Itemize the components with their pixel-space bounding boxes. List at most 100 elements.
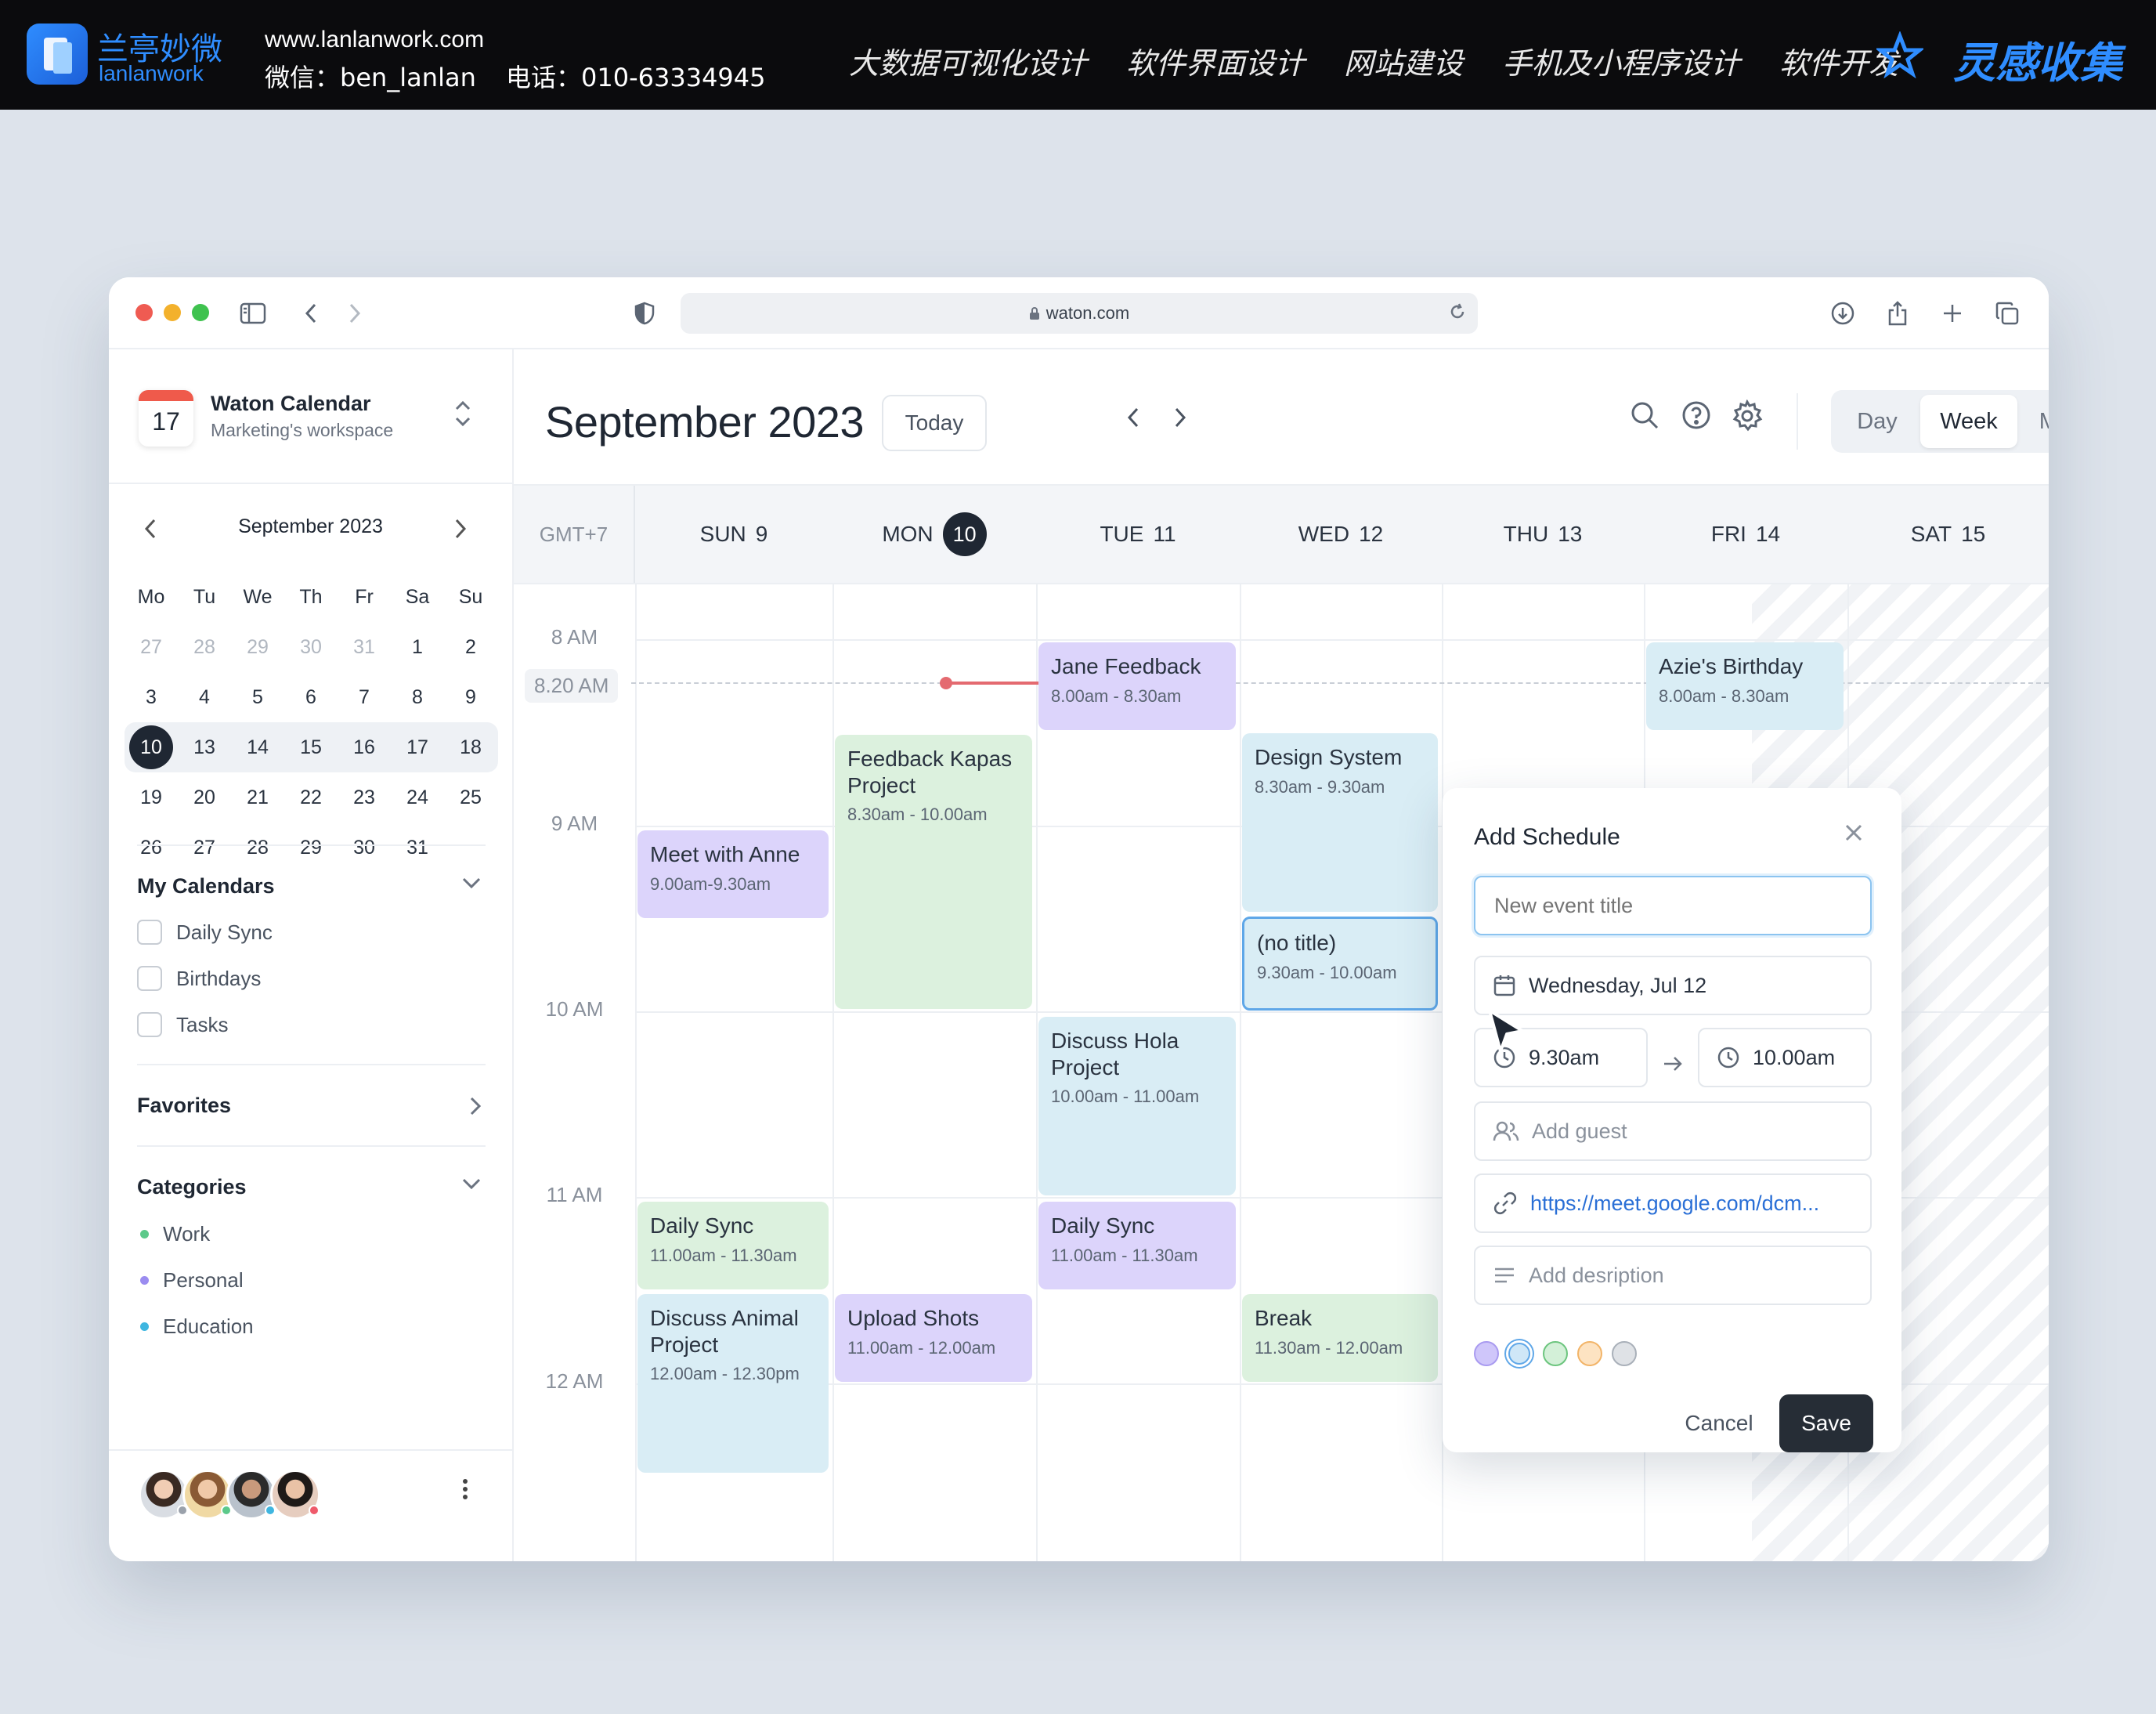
event-design-system[interactable]: Design System 8.30am - 9.30am xyxy=(1242,733,1438,912)
mini-day[interactable]: 28 xyxy=(231,826,284,870)
chevron-up-down-icon[interactable] xyxy=(452,398,474,429)
category-personal[interactable]: Personal xyxy=(140,1268,244,1293)
mini-day[interactable]: 26 xyxy=(125,826,178,870)
mini-day[interactable]: 27 xyxy=(178,826,231,870)
back-icon[interactable] xyxy=(292,295,330,332)
view-day-button[interactable]: Day xyxy=(1836,395,1919,448)
add-guest-field[interactable]: Add guest xyxy=(1474,1101,1872,1161)
brand-nav-item[interactable]: 手机及小程序设计 xyxy=(1502,39,1740,82)
color-swatch-gray[interactable] xyxy=(1612,1341,1637,1366)
checkbox[interactable] xyxy=(137,966,162,991)
tabs-overview-icon[interactable] xyxy=(1988,295,2026,332)
previous-week-icon[interactable] xyxy=(1126,406,1140,429)
mini-day[interactable]: 7 xyxy=(338,675,391,719)
mini-day[interactable]: 16 xyxy=(338,725,391,769)
chevron-down-icon[interactable] xyxy=(460,1177,482,1191)
mini-day[interactable]: 1 xyxy=(391,625,444,669)
color-swatch-green[interactable] xyxy=(1543,1341,1568,1366)
workspace-switcher[interactable]: 17 Waton Calendar Marketing's workspace xyxy=(109,349,512,484)
mini-day[interactable]: 31 xyxy=(338,625,391,669)
chevron-right-icon[interactable] xyxy=(468,1095,482,1117)
day-header-thu[interactable]: THU 13 xyxy=(1442,486,1644,583)
day-header-wed[interactable]: WED 12 xyxy=(1240,486,1442,583)
mini-day-today[interactable]: 10 xyxy=(125,725,178,769)
event-no-title[interactable]: (no title) 9.30am - 10.00am xyxy=(1242,917,1438,1011)
team-avatars[interactable] xyxy=(139,1470,320,1520)
mini-day[interactable]: 14 xyxy=(231,725,284,769)
mini-day[interactable]: 5 xyxy=(231,675,284,719)
help-icon[interactable] xyxy=(1681,400,1712,431)
mini-day[interactable]: 3 xyxy=(125,675,178,719)
new-tab-icon[interactable] xyxy=(1934,295,1971,332)
color-swatch-purple[interactable] xyxy=(1474,1341,1499,1366)
avatar[interactable] xyxy=(139,1470,189,1520)
close-icon[interactable] xyxy=(1842,821,1865,844)
event-break[interactable]: Break 11.30am - 12.00am xyxy=(1242,1294,1438,1382)
color-swatch-orange[interactable] xyxy=(1577,1341,1602,1366)
category-work[interactable]: Work xyxy=(140,1222,210,1246)
mini-day[interactable]: 4 xyxy=(178,675,231,719)
privacy-shield-icon[interactable] xyxy=(626,295,663,332)
brand-nav-item[interactable]: 软件界面设计 xyxy=(1126,39,1305,82)
mini-day[interactable]: 8 xyxy=(391,675,444,719)
event-jane-feedback[interactable]: Jane Feedback 8.00am - 8.30am xyxy=(1038,642,1236,730)
calendar-toggle-daily-sync[interactable]: Daily Sync xyxy=(137,920,273,945)
checkbox[interactable] xyxy=(137,1012,162,1037)
calendar-toggle-birthdays[interactable]: Birthdays xyxy=(137,966,261,991)
mini-day[interactable]: 13 xyxy=(178,725,231,769)
category-education[interactable]: Education xyxy=(140,1314,254,1339)
mini-day[interactable]: 23 xyxy=(338,776,391,819)
mini-day[interactable]: 29 xyxy=(284,826,338,870)
reload-icon[interactable] xyxy=(1448,302,1467,321)
close-window-button[interactable] xyxy=(135,304,153,321)
event-daily-sync-sun[interactable]: Daily Sync 11.00am - 11.30am xyxy=(637,1202,829,1289)
today-button[interactable]: Today xyxy=(882,395,987,451)
mini-day[interactable]: 28 xyxy=(178,625,231,669)
mini-day[interactable]: 29 xyxy=(231,625,284,669)
more-vertical-icon[interactable] xyxy=(461,1477,469,1501)
mini-day[interactable]: 6 xyxy=(284,675,338,719)
sidebar-toggle-icon[interactable] xyxy=(234,295,272,332)
event-azie-birthday[interactable]: Azie's Birthday 8.00am - 8.30am xyxy=(1646,642,1844,730)
view-week-button[interactable]: Week xyxy=(1920,395,2017,448)
event-upload-shots[interactable]: Upload Shots 11.00am - 12.00am xyxy=(835,1294,1032,1382)
forward-icon[interactable] xyxy=(336,295,374,332)
calendar-toggle-tasks[interactable]: Tasks xyxy=(137,1012,228,1037)
mini-day[interactable]: 21 xyxy=(231,776,284,819)
mini-day[interactable]: 31 xyxy=(391,826,444,870)
avatar[interactable] xyxy=(182,1470,233,1520)
mini-day[interactable]: 17 xyxy=(391,725,444,769)
event-title-input[interactable] xyxy=(1474,876,1872,935)
brand-site[interactable]: www.lanlanwork.com xyxy=(265,27,484,53)
avatar[interactable] xyxy=(226,1470,276,1520)
view-month-button[interactable]: Month xyxy=(2019,395,2049,448)
day-header-fri[interactable]: FRI 14 xyxy=(1644,486,1847,583)
my-calendars-header[interactable]: My Calendars xyxy=(137,874,486,899)
avatar[interactable] xyxy=(270,1470,320,1520)
color-swatch-blue[interactable] xyxy=(1508,1343,1530,1365)
chevron-down-icon[interactable] xyxy=(460,876,482,890)
settings-gear-icon[interactable] xyxy=(1731,400,1764,432)
mini-day[interactable]: 25 xyxy=(444,776,497,819)
maximize-window-button[interactable] xyxy=(192,304,209,321)
mini-day[interactable]: 19 xyxy=(125,776,178,819)
day-header-mon[interactable]: MON 10 xyxy=(832,486,1036,583)
mini-day[interactable]: 9 xyxy=(444,675,497,719)
meeting-link-value[interactable]: https://meet.google.com/dcm... xyxy=(1530,1191,1819,1216)
event-daily-sync-tue[interactable]: Daily Sync 11.00am - 11.30am xyxy=(1038,1202,1236,1289)
mini-day[interactable]: 22 xyxy=(284,776,338,819)
brand-nav-item[interactable]: 网站建设 xyxy=(1344,39,1463,82)
save-button[interactable]: Save xyxy=(1779,1394,1873,1452)
minimize-window-button[interactable] xyxy=(164,304,181,321)
download-icon[interactable] xyxy=(1824,295,1862,332)
brand-nav-item[interactable]: 大数据可视化设计 xyxy=(849,39,1087,82)
day-header-sat[interactable]: SAT 15 xyxy=(1847,486,2049,583)
search-icon[interactable] xyxy=(1629,400,1660,431)
mini-day[interactable]: 27 xyxy=(125,625,178,669)
categories-header[interactable]: Categories xyxy=(137,1175,486,1199)
mini-day[interactable]: 30 xyxy=(284,625,338,669)
favorites-header[interactable]: Favorites xyxy=(137,1094,486,1118)
address-bar[interactable]: waton.com xyxy=(681,293,1478,334)
day-header-sun[interactable]: SUN 9 xyxy=(635,486,832,583)
event-discuss-hola[interactable]: Discuss Hola Project 10.00am - 11.00am xyxy=(1038,1017,1236,1195)
